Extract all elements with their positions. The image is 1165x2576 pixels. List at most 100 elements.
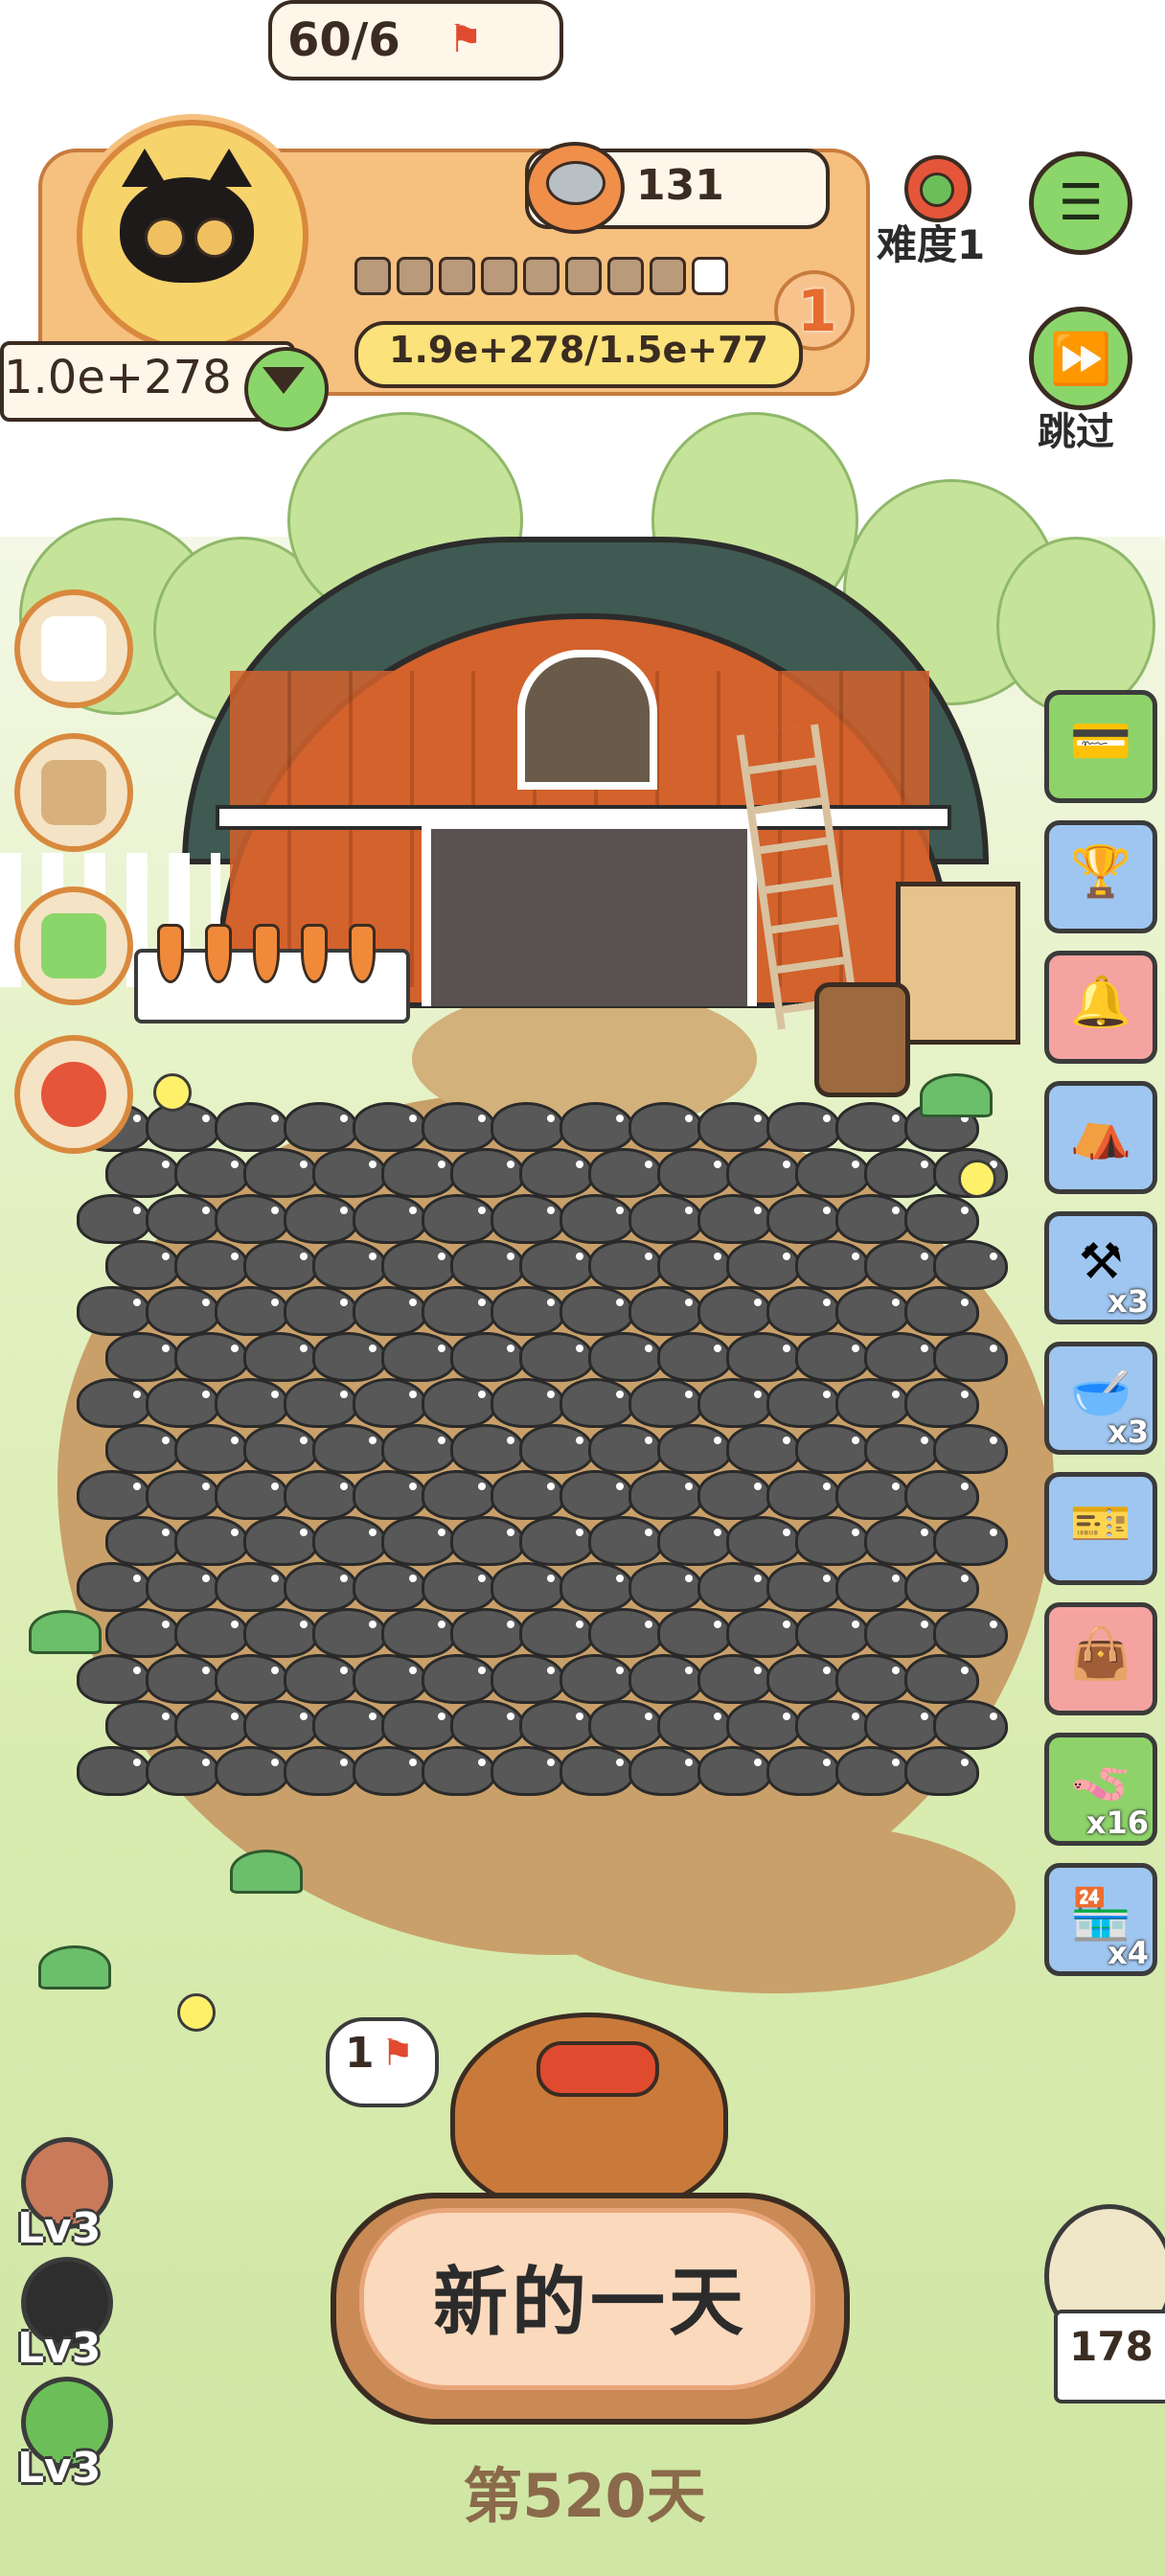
pet-level-slot[interactable]: Lv3 bbox=[13, 2257, 119, 2373]
mole bbox=[312, 1608, 387, 1658]
mole bbox=[628, 1654, 703, 1704]
pet-level-slot[interactable]: Lv3 bbox=[13, 2377, 119, 2493]
item-slot-stall[interactable]: ⛺ bbox=[1044, 1081, 1157, 1194]
item-slot-card[interactable]: 💳 bbox=[1044, 690, 1157, 803]
mole bbox=[284, 1194, 358, 1244]
mole bbox=[422, 1654, 496, 1704]
grass-tuft bbox=[920, 1073, 993, 1117]
mole bbox=[284, 1286, 358, 1336]
mole bbox=[933, 1608, 1008, 1658]
mole bbox=[726, 1240, 801, 1290]
carrot bbox=[349, 924, 376, 983]
mole bbox=[174, 1424, 249, 1474]
mole bbox=[588, 1240, 663, 1290]
mole bbox=[560, 1102, 634, 1152]
item-slot-bowl[interactable]: 🥣 x3 bbox=[1044, 1342, 1157, 1455]
box-button[interactable] bbox=[14, 733, 133, 852]
grass-tuft bbox=[29, 1610, 102, 1654]
menu-button[interactable]: ☰ bbox=[1029, 151, 1132, 255]
item-slot-worms[interactable]: 🪱 x16 bbox=[1044, 1733, 1157, 1846]
mole bbox=[215, 1286, 289, 1336]
mole bbox=[697, 1102, 772, 1152]
mole bbox=[284, 1654, 358, 1704]
mole bbox=[588, 1332, 663, 1382]
difficulty-flower-icon[interactable] bbox=[891, 151, 977, 222]
mole bbox=[450, 1148, 525, 1198]
mole bbox=[657, 1148, 732, 1198]
mole bbox=[519, 1332, 594, 1382]
mole bbox=[795, 1700, 870, 1750]
mole bbox=[904, 1746, 979, 1796]
new-day-label[interactable]: 新的一天 bbox=[331, 2242, 850, 2350]
mole bbox=[726, 1608, 801, 1658]
item-slot-trophy[interactable]: 🏆 bbox=[1044, 820, 1157, 933]
mole bbox=[697, 1194, 772, 1244]
mole bbox=[312, 1700, 387, 1750]
mole bbox=[588, 1148, 663, 1198]
day-counter: 第520天 bbox=[463, 2461, 706, 2531]
mole bbox=[588, 1608, 663, 1658]
mole bbox=[174, 1332, 249, 1382]
mole bbox=[312, 1240, 387, 1290]
mole bbox=[450, 1516, 525, 1566]
item-count: x3 bbox=[1108, 1283, 1149, 1320]
apple-crates bbox=[896, 882, 1020, 1045]
mole bbox=[491, 1102, 565, 1152]
carrot bbox=[253, 924, 280, 983]
mole bbox=[243, 1424, 318, 1474]
mole bbox=[284, 1102, 358, 1152]
sickle-icon: ⚒ bbox=[1078, 1233, 1124, 1291]
mole bbox=[697, 1378, 772, 1428]
mole bbox=[933, 1424, 1008, 1474]
item-slot-ticket[interactable]: 🎫 bbox=[1044, 1472, 1157, 1585]
mole bbox=[628, 1746, 703, 1796]
cat-eye bbox=[145, 218, 185, 258]
mole bbox=[146, 1378, 220, 1428]
item-count: x4 bbox=[1108, 1935, 1149, 1971]
pet-level-label: Lv3 bbox=[17, 2444, 102, 2493]
ticket-icon: 🎫 bbox=[1069, 1495, 1132, 1552]
mole bbox=[77, 1286, 151, 1336]
item-slot-bag[interactable]: 👜 bbox=[1044, 1602, 1157, 1715]
lucky-doll-button[interactable] bbox=[14, 1035, 133, 1154]
mole bbox=[215, 1194, 289, 1244]
mole bbox=[491, 1194, 565, 1244]
mole bbox=[174, 1516, 249, 1566]
mole bbox=[864, 1332, 939, 1382]
broom-tool-button[interactable] bbox=[14, 589, 133, 708]
mole bbox=[904, 1470, 979, 1520]
mole bbox=[795, 1332, 870, 1382]
mole bbox=[657, 1608, 732, 1658]
mole bbox=[491, 1562, 565, 1612]
mole bbox=[146, 1654, 220, 1704]
item-slot-shop[interactable]: 🏪 x4 bbox=[1044, 1863, 1157, 1976]
bell-icon: 🔔 bbox=[1069, 974, 1132, 1031]
mole bbox=[835, 1654, 910, 1704]
mole bbox=[766, 1470, 841, 1520]
mole bbox=[284, 1746, 358, 1796]
broom-icon bbox=[41, 616, 106, 681]
mole bbox=[835, 1746, 910, 1796]
mole bbox=[864, 1240, 939, 1290]
mole bbox=[422, 1470, 496, 1520]
mole bbox=[353, 1746, 427, 1796]
mole bbox=[284, 1470, 358, 1520]
mole bbox=[519, 1608, 594, 1658]
item-slot-sickle[interactable]: ⚒ x3 bbox=[1044, 1211, 1157, 1324]
mole bbox=[381, 1424, 456, 1474]
mole bbox=[766, 1286, 841, 1336]
skip-button[interactable]: ⏩ bbox=[1029, 307, 1132, 410]
mole bbox=[450, 1332, 525, 1382]
mole bbox=[381, 1700, 456, 1750]
carrot-planter bbox=[134, 924, 410, 1024]
mole bbox=[766, 1746, 841, 1796]
medkit-button[interactable] bbox=[14, 886, 133, 1005]
mole bbox=[697, 1746, 772, 1796]
item-slot-bell[interactable]: 🔔 bbox=[1044, 951, 1157, 1064]
mole bbox=[174, 1700, 249, 1750]
mole bbox=[491, 1378, 565, 1428]
mole bbox=[146, 1194, 220, 1244]
gold-counter: 1.0e+278 bbox=[4, 351, 232, 404]
barn-door[interactable] bbox=[422, 819, 757, 1006]
pet-level-slot[interactable]: Lv3 bbox=[13, 2137, 119, 2253]
